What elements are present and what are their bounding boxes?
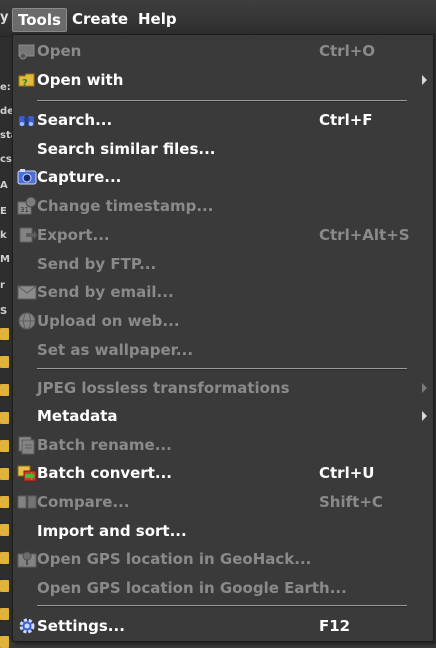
menu-item-change-timestamp[interactable]: 31 Change timestamp... [13,192,433,220]
menubar-edge-text[interactable]: y [0,10,8,25]
folder-icon [0,496,9,508]
menu-item-shortcut: Ctrl+F [319,111,373,129]
background-text: cs [0,154,12,165]
camera-icon [17,169,37,185]
batch-rename-icon [18,436,35,455]
gear-icon [19,618,35,634]
menu-item-label: Capture... [37,168,122,186]
menu-item-label: Set as wallpaper... [37,341,194,359]
background-text: r [0,280,5,291]
binoculars-icon [19,116,34,126]
menu-item-upload-web[interactable]: Upload on web... [13,307,433,335]
background-window: e: de sta cs A E k M r S [0,36,17,648]
export-icon [19,227,37,243]
menu-item-send-ftp[interactable]: Send by FTP... [13,250,433,278]
menu-item-shortcut: Shift+C [319,493,383,511]
open-icon [18,44,35,60]
menu-item-label: Metadata [37,407,118,425]
menu-item-jpeg-lossless[interactable]: JPEG lossless transformations [13,374,433,402]
menu-item-label: Import and sort... [37,522,187,540]
folder-icon [0,552,9,564]
background-text: e: [0,82,11,93]
folder-icon [0,356,9,368]
open-with-icon: ? [18,73,35,89]
menu-item-open-with[interactable]: ? Open with [13,66,433,94]
menu-item-send-email[interactable]: Send by email... [13,278,433,306]
menu-separator [37,605,407,607]
menu-item-label: Search... [37,111,113,129]
menu-item-settings[interactable]: Settings... F12 [13,612,433,640]
menu-item-compare[interactable]: Compare... Shift+C [13,488,433,516]
menu-item-batch-rename[interactable]: Batch rename... [13,431,433,459]
menu-item-import-sort[interactable]: Import and sort... [13,517,433,545]
submenu-arrow-icon [422,411,427,421]
folder-icon [0,636,9,648]
menu-item-batch-convert[interactable]: Batch convert... Ctrl+U [13,459,433,487]
menu-item-metadata[interactable]: Metadata [13,402,433,430]
envelope-icon [17,285,37,300]
menu-item-label: Batch rename... [37,436,172,454]
background-text: E [0,206,7,217]
menu-item-label: Upload on web... [37,312,180,330]
menu-item-shortcut: Ctrl+U [319,464,375,482]
menu-item-search[interactable]: Search... Ctrl+F [13,106,433,134]
folder-icon [0,412,9,424]
menu-tools[interactable]: Tools [12,8,67,32]
batch-convert-icon [17,465,37,482]
svg-text:31: 31 [20,206,29,214]
submenu-arrow-icon [422,75,427,85]
folder-icon [0,328,9,340]
calendar-clock-icon: 31 [17,196,37,215]
menu-item-label: Batch convert... [37,464,173,482]
menu-help[interactable]: Help [133,8,182,30]
menu-separator [37,368,407,370]
menu-item-label: Compare... [37,493,130,511]
menu-item-label: Open GPS location in Google Earth... [37,579,347,597]
menu-item-open[interactable]: Open Ctrl+O [13,37,433,65]
menu-item-set-wallpaper[interactable]: Set as wallpaper... [13,336,433,364]
tools-menu: Open Ctrl+O ? Open with Search... Ctrl+F… [12,34,434,642]
menu-item-label: Open GPS location in GeoHack... [37,550,312,568]
folder-icon [0,384,9,396]
folder-icon [0,608,9,620]
menu-item-label: Send by FTP... [37,255,157,273]
menu-item-label: Send by email... [37,283,174,301]
background-text: k [0,230,7,241]
folder-icon [0,440,9,452]
menu-create[interactable]: Create [67,8,133,30]
menubar: y Tools Create Help [0,0,436,37]
menu-item-shortcut: F12 [319,617,351,635]
globe-icon [18,312,36,330]
gps-icon [17,551,37,568]
menu-item-shortcut: Ctrl+Alt+S [319,226,410,244]
menu-item-search-similar[interactable]: Search similar files... [13,135,433,163]
svg-text:?: ? [22,78,28,89]
folder-icon [0,580,9,592]
folder-icon [0,468,9,480]
background-text: A [0,180,8,191]
menu-separator [37,100,407,102]
menu-item-label: Search similar files... [37,140,216,158]
menu-item-label: Open [37,42,82,60]
folder-icon [0,524,9,536]
menu-item-gps-geohack[interactable]: Open GPS location in GeoHack... [13,545,433,573]
menu-item-label: Open with [37,71,124,89]
background-text: S [0,306,8,317]
menu-item-label: Change timestamp... [37,197,214,215]
menu-item-label: JPEG lossless transformations [37,379,290,397]
menu-item-capture[interactable]: Capture... [13,163,433,191]
menu-item-shortcut: Ctrl+O [319,42,376,60]
menu-item-export[interactable]: Export... Ctrl+Alt+S [13,221,433,249]
submenu-arrow-icon [422,383,427,393]
compare-icon [17,495,37,509]
menu-item-label: Settings... [37,617,125,635]
menu-item-label: Export... [37,226,110,244]
menu-item-gps-google-earth[interactable]: Open GPS location in Google Earth... [13,574,433,602]
background-text: M [0,254,10,265]
